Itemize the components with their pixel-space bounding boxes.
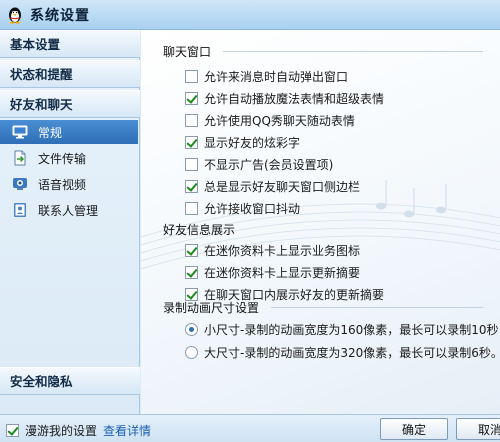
sidebar-item-label: 联系人管理 [38, 203, 99, 218]
checkbox[interactable] [185, 179, 198, 193]
auto-popup-window-option[interactable]: 允许来消息时自动弹出窗口 [185, 67, 348, 85]
friend-info-group-header: 好友信息展示 [163, 220, 483, 238]
sidebar-item-label: 常规 [38, 125, 63, 140]
ok-button[interactable]: 确定 [380, 418, 448, 440]
checkbox[interactable] [6, 424, 19, 437]
video-call-icon [13, 178, 27, 190]
sidebar-item-file-transfer[interactable]: 文件传输 [0, 146, 138, 170]
bottom-bar: 漫游我的设置 查看详情 确定 取消 [0, 414, 500, 442]
sidebar: 基本设置 状态和提醒 好友和聊天 常规 文件传输 语音视频 联系人管理 安全和隐… [0, 30, 140, 414]
group-title: 好友信息展示 [163, 222, 236, 237]
category-friends-chat[interactable]: 好友和聊天 [0, 90, 140, 118]
checkbox[interactable] [185, 69, 198, 83]
option-label: 允许接收窗口抖动 [204, 201, 301, 216]
radio-button[interactable] [185, 345, 198, 359]
sidebar-item-contacts[interactable]: 联系人管理 [0, 198, 138, 222]
qq-penguin-icon [9, 7, 21, 24]
option-label: 允许使用QQ秀聊天随动表情 [204, 113, 355, 128]
category-security-privacy[interactable]: 安全和隐私 [0, 367, 140, 395]
window-title: 系统设置 [30, 7, 90, 24]
settings-panel: 聊天窗口 允许来消息时自动弹出窗口 允许自动播放魔法表情和超级表情 允许使用QQ… [141, 30, 500, 414]
roam-settings-option[interactable]: 漫游我的设置 查看详情 [6, 422, 151, 439]
checkbox[interactable] [185, 201, 198, 215]
category-basic-settings[interactable]: 基本设置 [0, 30, 140, 58]
checkbox[interactable] [185, 157, 198, 171]
radio-button[interactable] [185, 322, 198, 336]
title-bar: 系统设置 [0, 0, 500, 30]
option-label: 允许来消息时自动弹出窗口 [204, 69, 349, 84]
chat-window-group-header: 聊天窗口 [163, 42, 483, 60]
cancel-button[interactable]: 取消 [456, 418, 500, 440]
option-label: 总是显示好友聊天窗口侧边栏 [204, 179, 361, 194]
group-divider [271, 306, 483, 308]
show-sidebar-option[interactable]: 总是显示好友聊天窗口侧边栏 [185, 177, 360, 195]
business-icon-option[interactable]: 在迷你资料卡上显示业务图标 [185, 241, 360, 259]
large-size-option[interactable]: 大尺寸-录制的动画宽度为320像素，最长可以录制6秒。 [185, 343, 500, 361]
mini-card-update-option[interactable]: 在迷你资料卡上显示更新摘要 [185, 263, 360, 281]
checkbox[interactable] [185, 113, 198, 127]
option-label: 漫游我的设置 [25, 424, 98, 438]
checkbox[interactable] [185, 91, 198, 105]
group-divider [223, 50, 483, 52]
auto-play-magic-emoji-option[interactable]: 允许自动播放魔法表情和超级表情 [185, 89, 384, 107]
window-shake-option[interactable]: 允许接收窗口抖动 [185, 199, 300, 217]
option-label: 不显示广告(会员设置项) [204, 157, 334, 172]
hide-ads-option[interactable]: 不显示广告(会员设置项) [185, 155, 333, 173]
checkbox[interactable] [185, 243, 198, 257]
contacts-icon [14, 203, 26, 217]
option-label: 大尺寸-录制的动画宽度为320像素，最长可以录制6秒。 [204, 345, 500, 360]
group-title: 录制动画尺寸设置 [163, 300, 260, 315]
view-details-link[interactable]: 查看详情 [103, 422, 151, 439]
option-label: 在迷你资料卡上显示更新摘要 [204, 265, 361, 280]
checkbox[interactable] [185, 265, 198, 279]
option-label: 显示好友的炫彩字 [204, 135, 301, 150]
small-size-option[interactable]: 小尺寸-录制的动画宽度为160像素，最长可以录制10秒 [185, 320, 499, 338]
category-status-reminders[interactable]: 状态和提醒 [0, 60, 140, 88]
colorful-text-option[interactable]: 显示好友的炫彩字 [185, 133, 300, 151]
group-title: 聊天窗口 [163, 44, 212, 59]
sidebar-item-voice-video[interactable]: 语音视频 [0, 172, 138, 196]
sidebar-item-general[interactable]: 常规 [0, 120, 138, 144]
monitor-icon [12, 125, 28, 139]
option-label: 允许自动播放魔法表情和超级表情 [204, 91, 385, 106]
settings-window: 系统设置 基本设置 状态和提醒 好友和聊天 常规 文件传输 语音视频 联系人管理… [0, 0, 500, 442]
qq-show-emoji-option[interactable]: 允许使用QQ秀聊天随动表情 [185, 111, 355, 129]
recording-size-group-header: 录制动画尺寸设置 [163, 298, 483, 316]
file-transfer-icon [14, 150, 26, 166]
sidebar-item-label: 文件传输 [38, 151, 87, 166]
option-label: 在迷你资料卡上显示业务图标 [204, 243, 361, 258]
option-label: 小尺寸-录制的动画宽度为160像素，最长可以录制10秒 [204, 322, 499, 337]
checkbox[interactable] [185, 135, 198, 149]
sidebar-item-label: 语音视频 [38, 177, 87, 192]
